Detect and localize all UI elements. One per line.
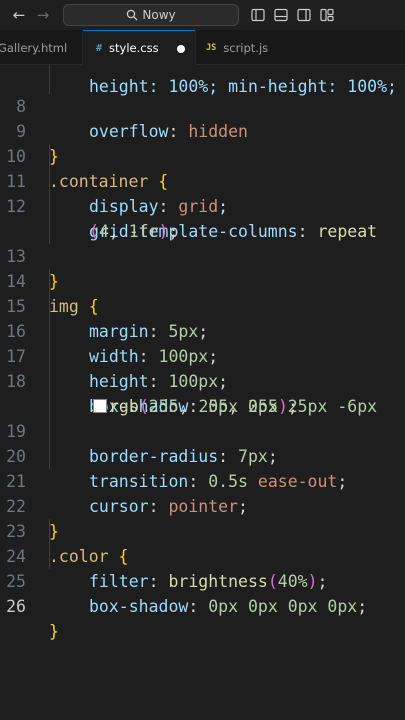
code-line: 21 cursor: pointer; (0, 444, 405, 516)
code-line: 22 } (0, 469, 405, 541)
code-line: 17 height: 100px; (0, 319, 405, 391)
code-line: 19 border-radius: 7px; (0, 394, 405, 466)
tab-label: script.js (223, 40, 269, 55)
tab-style-css[interactable]: # style.css (83, 30, 195, 65)
search-icon (127, 9, 138, 21)
tab-gallery-html[interactable]: Gallery.html (0, 30, 82, 65)
arrow-left-icon[interactable]: ← (10, 6, 28, 24)
customize-layout-icon[interactable] (320, 8, 334, 22)
code-line: 12 grid-template-columns: repeat (0, 169, 405, 241)
tab-label: style.css (109, 41, 159, 55)
code-line: 20 transition: 0.5s ease-out; (0, 419, 405, 491)
code-line: 23 .color { (0, 494, 405, 566)
code-line: 18 box-shadow: 0px 0px 25px -6px (0, 344, 405, 416)
code-line: 16 width: 100px; (0, 294, 405, 366)
editor-tab-bar: Gallery.html # style.css JS script.js (0, 30, 405, 65)
code-line: 8 overflow: hidden (0, 69, 405, 141)
code-line: 15 margin: 5px; (0, 269, 405, 341)
code-line: 13 } (0, 219, 405, 291)
toggle-panel-icon[interactable] (274, 8, 288, 22)
code-line-wrapped: (4, 1fr); (89, 222, 179, 241)
line-number: 26 (6, 597, 26, 616)
search-label: Nowy (142, 8, 176, 22)
arrow-right-icon[interactable]: → (34, 6, 52, 24)
command-center-search[interactable]: Nowy (63, 4, 239, 26)
code-line: 9 } (0, 94, 405, 166)
code-line: 25 box-shadow: 0px 0px 0px 0px; (0, 544, 405, 616)
toggle-secondary-sidebar-icon[interactable] (297, 8, 311, 22)
tab-label: Gallery.html (0, 40, 68, 55)
code-line: 14 img { (0, 244, 405, 316)
code-line: 24 filter: brightness(40%); (0, 519, 405, 591)
code-line-current: 26 } (0, 569, 405, 641)
js-file-icon: JS (206, 42, 217, 53)
code-line: 11 display: grid; (0, 144, 405, 216)
title-bar: ← → Nowy (0, 0, 405, 30)
tab-script-js[interactable]: JS script.js (196, 30, 316, 65)
code-line-wrapped: rgb(255, 255, 255); (0, 369, 405, 416)
toggle-primary-sidebar-icon[interactable] (251, 8, 265, 22)
unsaved-changes-dot-icon[interactable] (177, 45, 185, 53)
code-editor[interactable]: height: 100%; min-height: 100%; 8 overfl… (0, 65, 405, 720)
css-file-icon: # (96, 42, 103, 54)
code-line: 10 .container { (0, 119, 405, 191)
